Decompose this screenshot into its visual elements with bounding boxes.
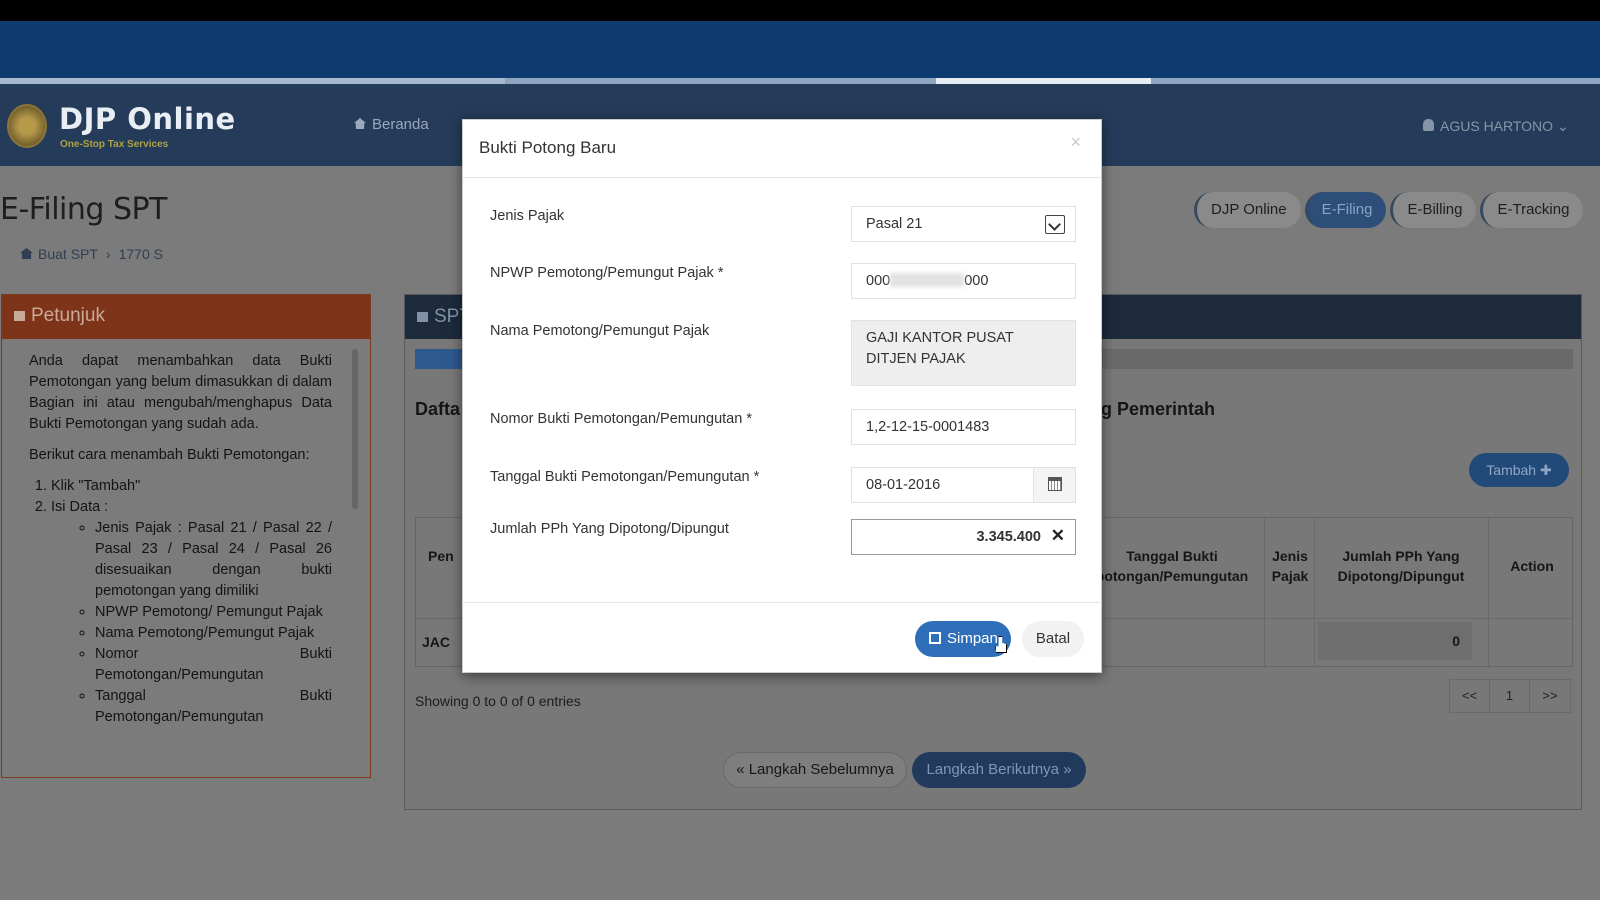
nav-beranda-label: Beranda bbox=[372, 116, 429, 133]
brand-subtitle: One-Stop Tax Services bbox=[60, 139, 169, 150]
save-icon bbox=[929, 632, 941, 644]
col-header-tanggal[interactable]: Tanggal Bukti potongan/Pemungutan bbox=[1092, 546, 1252, 586]
simpan-label: Simpan bbox=[947, 630, 998, 647]
petunjuk-body: Anda dapat menambahkan data Bukti Pemoto… bbox=[2, 339, 370, 728]
pill-e-tracking[interactable]: E-Tracking bbox=[1480, 192, 1584, 228]
pill-e-filing[interactable]: E-Filing bbox=[1304, 192, 1387, 228]
column-separator bbox=[1488, 518, 1489, 668]
petunjuk-steps: Klik "Tambah" Isi Data : Jenis Pajak : P… bbox=[51, 476, 332, 728]
petunjuk-step: Isi Data : Jenis Pajak : Pasal 21 / Pasa… bbox=[51, 497, 332, 728]
pemerintah-heading: g Pemerintah bbox=[1101, 399, 1216, 419]
petunjuk-sub-item: NPWP Pemotong/ Pemungut Pajak bbox=[95, 602, 332, 623]
home-icon bbox=[354, 118, 366, 129]
petunjuk-intro: Anda dapat menambahkan data Bukti Pemoto… bbox=[29, 353, 332, 432]
nav-beranda[interactable]: Beranda bbox=[354, 116, 429, 133]
pill-djp-online[interactable]: DJP Online bbox=[1194, 192, 1301, 228]
tanggal-value: 08-01-2016 bbox=[866, 477, 941, 493]
calendar-button[interactable] bbox=[1033, 468, 1075, 502]
page-last-button[interactable]: >> bbox=[1530, 680, 1570, 712]
breadcrumb: Buat SPT › 1770 S bbox=[20, 246, 163, 262]
tanggal-input[interactable]: 08-01-2016 bbox=[851, 467, 1076, 503]
breadcrumb-buat-spt[interactable]: Buat SPT bbox=[38, 246, 98, 262]
nomor-input[interactable]: 1,2-12-15-0001483 bbox=[851, 409, 1076, 445]
npwp-value-end: 000 bbox=[964, 273, 989, 289]
modal-header: Bukti Potong Baru × bbox=[463, 120, 1101, 178]
petunjuk-lead: Berikut cara menambah Bukti Pemotongan: bbox=[29, 447, 310, 463]
user-menu[interactable]: AGUS HARTONO ⌄ bbox=[1423, 118, 1569, 135]
col-header-jenis[interactable]: Jenis Pajak bbox=[1268, 546, 1312, 586]
caret-down-icon: ⌄ bbox=[1556, 118, 1569, 134]
modal-title: Bukti Potong Baru bbox=[479, 138, 617, 157]
pill-e-billing[interactable]: E-Billing bbox=[1390, 192, 1477, 228]
chevron-right-icon: › bbox=[105, 246, 111, 262]
col-header-action: Action bbox=[1510, 558, 1554, 574]
chevron-down-icon[interactable] bbox=[1045, 215, 1065, 234]
petunjuk-scrollbar[interactable] bbox=[352, 349, 358, 509]
nama-label: Nama Pemotong/Pemungut Pajak bbox=[490, 323, 710, 339]
langkah-sebelumnya-button[interactable]: « Langkah Sebelumnya bbox=[723, 752, 907, 788]
nama-field: GAJI KANTOR PUSAT DITJEN PAJAK bbox=[851, 320, 1076, 386]
clear-icon[interactable]: ✕ bbox=[1051, 526, 1065, 546]
service-pills: DJP Online E-Filing E-Billing E-Tracking bbox=[1194, 192, 1587, 228]
daftar-heading: Dafta bbox=[415, 399, 461, 419]
close-icon[interactable]: × bbox=[1070, 132, 1081, 153]
black-bar bbox=[0, 0, 1600, 21]
nomor-label: Nomor Bukti Pemotongan/Pemungutan * bbox=[490, 411, 752, 427]
petunjuk-step-label: Isi Data : bbox=[51, 499, 109, 515]
petunjuk-panel: Petunjuk Anda dapat menambahkan data Buk… bbox=[1, 294, 371, 778]
page-first-button[interactable]: << bbox=[1450, 680, 1490, 712]
jenis-pajak-value: Pasal 21 bbox=[866, 216, 923, 232]
npwp-input[interactable]: 000 000 bbox=[851, 263, 1076, 299]
page-title: E-Filing SPT bbox=[0, 192, 167, 227]
column-separator bbox=[1264, 518, 1265, 668]
brand-title[interactable]: DJP Online bbox=[59, 102, 236, 136]
modal-footer-divider bbox=[463, 602, 1101, 603]
breadcrumb-1770s[interactable]: 1770 S bbox=[119, 246, 163, 262]
tambah-button[interactable]: Tambah ✚ bbox=[1469, 453, 1569, 487]
page-1-button[interactable]: 1 bbox=[1490, 680, 1530, 712]
tanggal-label: Tanggal Bukti Pemotongan/Pemungutan * bbox=[490, 469, 760, 485]
column-separator bbox=[1314, 518, 1315, 668]
table-info: Showing 0 to 0 of 0 entries bbox=[415, 693, 581, 709]
petunjuk-sub-item: Nama Pemotong/Pemungut Pajak bbox=[95, 623, 332, 644]
batal-button[interactable]: Batal bbox=[1022, 621, 1084, 657]
info-icon bbox=[14, 311, 25, 321]
total-jumlah: 0 bbox=[1318, 622, 1472, 660]
petunjuk-sublist: Jenis Pajak : Pasal 21 / Pasal 22 / Pasa… bbox=[95, 518, 332, 728]
petunjuk-header: Petunjuk bbox=[2, 295, 370, 339]
jenis-pajak-select[interactable]: Pasal 21 bbox=[851, 206, 1076, 242]
col-header-jumlah[interactable]: Jumlah PPh Yang Dipotong/Dipungut bbox=[1318, 546, 1484, 586]
browser-chrome bbox=[0, 21, 1600, 78]
npwp-value-start: 000 bbox=[866, 273, 891, 289]
home-icon bbox=[20, 248, 33, 259]
bukti-potong-modal: Bukti Potong Baru × Jenis Pajak Pasal 21… bbox=[462, 119, 1102, 673]
petunjuk-step: Klik "Tambah" bbox=[51, 476, 332, 497]
user-name: AGUS HARTONO bbox=[1440, 118, 1554, 134]
jumlah-input[interactable]: 3.345.400 ✕ bbox=[851, 519, 1076, 555]
jumlah-label: Jumlah PPh Yang Dipotong/Dipungut bbox=[490, 521, 729, 537]
jumlah-value: 3.345.400 bbox=[976, 529, 1041, 545]
petunjuk-sub-item: Tanggal Bukti Pemotongan/Pemungutan bbox=[95, 686, 332, 728]
djp-seal-icon[interactable] bbox=[7, 104, 47, 148]
npwp-label: NPWP Pemotong/Pemungut Pajak * bbox=[490, 265, 724, 281]
petunjuk-sub-item: Jenis Pajak : Pasal 21 / Pasal 22 / Pasa… bbox=[95, 518, 332, 602]
info-icon bbox=[417, 312, 428, 322]
langkah-berikutnya-button[interactable]: Langkah Berikutnya » bbox=[912, 752, 1086, 788]
petunjuk-sub-item: Nomor Bukti Pemotongan/Pemungutan bbox=[95, 644, 332, 686]
row-label: JAC bbox=[422, 634, 451, 650]
npwp-redaction bbox=[890, 273, 965, 287]
jenis-pajak-label: Jenis Pajak bbox=[490, 208, 565, 224]
user-icon bbox=[1423, 119, 1434, 131]
petunjuk-title: Petunjuk bbox=[31, 305, 105, 326]
calendar-icon bbox=[1048, 477, 1062, 491]
pagination: << 1 >> bbox=[1449, 679, 1571, 713]
